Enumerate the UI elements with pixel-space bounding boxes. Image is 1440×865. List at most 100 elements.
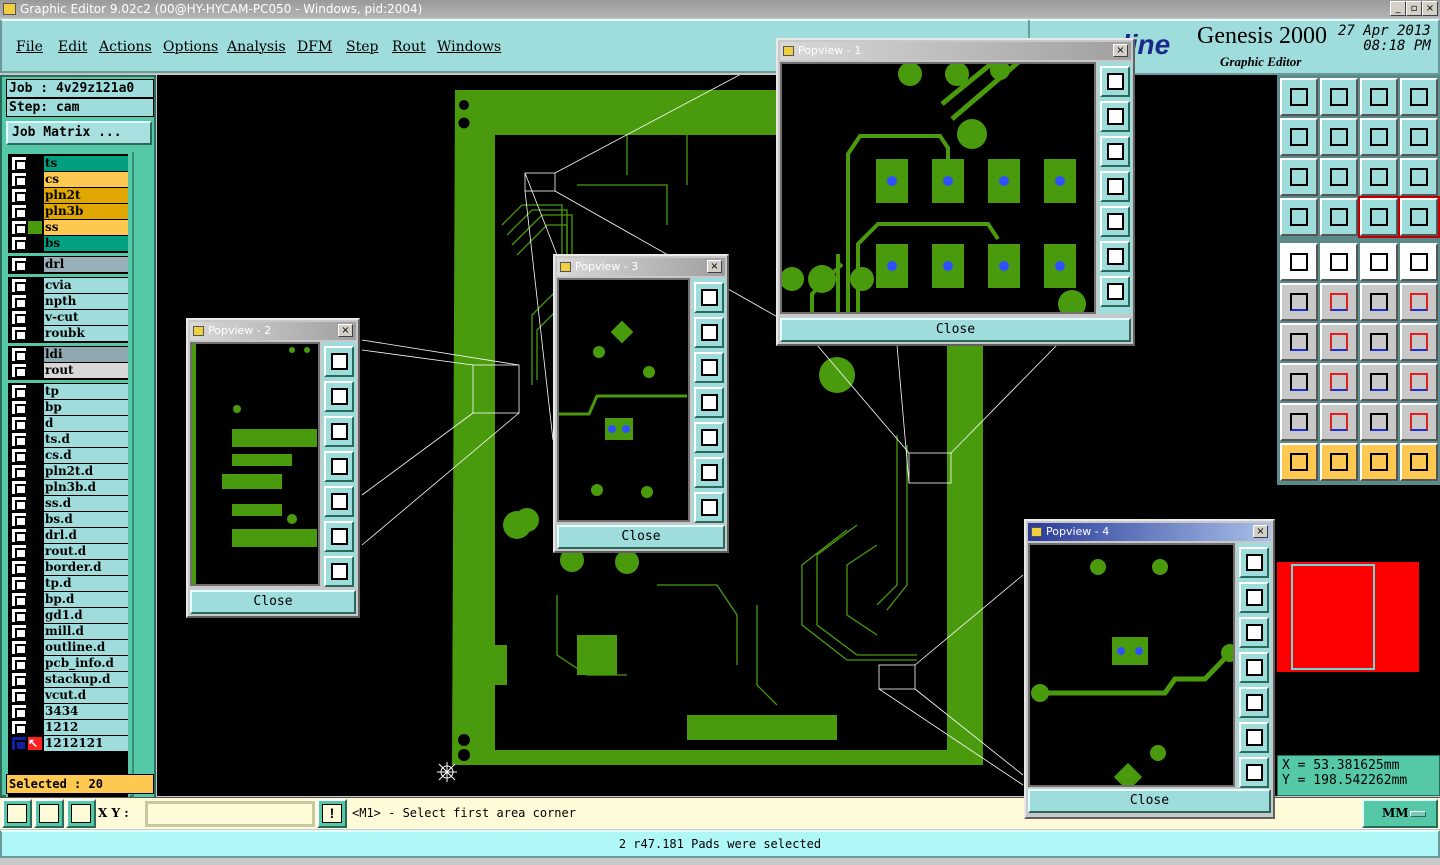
- layer-display-swatch[interactable]: [28, 721, 42, 734]
- layer-row-bs.d[interactable]: bs.d: [10, 512, 128, 527]
- layer-checkbox[interactable]: [12, 311, 27, 325]
- select-poly-button[interactable]: [1360, 443, 1398, 481]
- snap-angle-button[interactable]: [34, 799, 64, 828]
- layer-display-swatch[interactable]: [28, 311, 42, 324]
- net-display-2-button[interactable]: [1398, 196, 1440, 238]
- work-layer-arrow-icon[interactable]: ↖: [28, 737, 42, 750]
- layer-checkbox[interactable]: [12, 205, 27, 219]
- zoom-in-button[interactable]: [694, 457, 724, 488]
- net-display-button[interactable]: [1358, 196, 1400, 238]
- close-window-button[interactable]: ×: [1422, 1, 1438, 16]
- zoom-home-button[interactable]: [324, 346, 354, 377]
- layer-row-1212121[interactable]: ↖ 1212121: [10, 736, 128, 751]
- layer-row-ss.d[interactable]: ss.d: [10, 496, 128, 511]
- grid-button[interactable]: [1320, 198, 1358, 236]
- popview-1-titlebar[interactable]: Popview - 1 ×: [780, 42, 1131, 60]
- layer-display-swatch[interactable]: [28, 173, 42, 186]
- layer-row-stackup.d[interactable]: stackup.d: [10, 672, 128, 687]
- layer-checkbox[interactable]: [12, 641, 27, 655]
- popview-2-close-button[interactable]: Close: [190, 590, 356, 614]
- layer-checkbox[interactable]: [12, 221, 27, 235]
- job-matrix-button[interactable]: Job Matrix ...: [6, 121, 152, 145]
- popview-3-close-x[interactable]: ×: [707, 260, 722, 273]
- zoom-in-button[interactable]: [1239, 722, 1269, 753]
- units-selector[interactable]: MM: [1362, 799, 1438, 828]
- layer-display-swatch[interactable]: [28, 348, 42, 361]
- layer-checkbox[interactable]: [12, 737, 27, 751]
- resize-button[interactable]: [1280, 363, 1318, 401]
- layer-row-roubk[interactable]: roubk: [10, 326, 128, 341]
- layer-checkbox[interactable]: [12, 529, 27, 543]
- zoom-up-button[interactable]: [324, 381, 354, 412]
- layer-checkbox[interactable]: [12, 465, 27, 479]
- layer-display-swatch[interactable]: [28, 657, 42, 670]
- layer-row-rout.d[interactable]: rout.d: [10, 544, 128, 559]
- layer-display-swatch[interactable]: [28, 705, 42, 718]
- layer-row-npth[interactable]: npth: [10, 294, 128, 309]
- layer-checkbox[interactable]: [12, 497, 27, 511]
- layer-list-scrollbar[interactable]: [132, 152, 154, 828]
- xy-input[interactable]: [145, 801, 315, 827]
- undo-view-button[interactable]: [1360, 118, 1398, 156]
- zoom-up-button[interactable]: [1100, 101, 1130, 132]
- menu-step[interactable]: Step: [346, 39, 378, 55]
- layer-display-swatch[interactable]: [28, 189, 42, 202]
- query-button[interactable]: [1400, 158, 1438, 196]
- layer-display-swatch[interactable]: [28, 609, 42, 622]
- layer-row-outline.d[interactable]: outline.d: [10, 640, 128, 655]
- layer-row-cvia[interactable]: cvia: [10, 278, 128, 293]
- spacing-button[interactable]: [1360, 363, 1398, 401]
- zoom-in-button[interactable]: [324, 521, 354, 552]
- zoom-in-button[interactable]: [1100, 241, 1130, 272]
- pan-right-button[interactable]: [1100, 206, 1130, 237]
- layer-display-swatch[interactable]: [28, 279, 42, 292]
- zoom-in-button[interactable]: [1280, 158, 1318, 196]
- layer-display-swatch[interactable]: [28, 364, 42, 377]
- layer-checkbox[interactable]: [12, 721, 27, 735]
- layer-row-v-cut[interactable]: v-cut: [10, 310, 128, 325]
- layer-checkbox[interactable]: [12, 348, 27, 362]
- layer-row-cs[interactable]: cs: [10, 172, 128, 187]
- home-button[interactable]: [1360, 78, 1398, 116]
- layer-display-swatch[interactable]: [28, 625, 42, 638]
- popview-4-canvas[interactable]: [1028, 543, 1235, 787]
- menu-options[interactable]: Options: [163, 39, 218, 55]
- select-box-button[interactable]: [1320, 443, 1358, 481]
- zoom-down-button[interactable]: [324, 416, 354, 447]
- layer-row-border.d[interactable]: border.d: [10, 560, 128, 575]
- menu-actions[interactable]: Actions: [99, 39, 152, 55]
- pan-left-button[interactable]: [1280, 118, 1318, 156]
- layer-display-swatch[interactable]: [28, 417, 42, 430]
- layer-row-pln2t.d[interactable]: pln2t.d: [10, 464, 128, 479]
- layer-row-bs[interactable]: bs: [10, 236, 128, 251]
- layer-checkbox[interactable]: [12, 401, 27, 415]
- arc-cut-button[interactable]: [1400, 403, 1438, 441]
- menu-rout[interactable]: Rout: [392, 39, 426, 55]
- grid-xy-button[interactable]: [1400, 78, 1438, 116]
- layer-row-pln2t[interactable]: pln2t: [10, 188, 128, 203]
- layer-display-swatch[interactable]: [28, 295, 42, 308]
- zoom-out-button[interactable]: [1239, 757, 1269, 788]
- zoom-up-button[interactable]: [1239, 582, 1269, 613]
- pan-right-button[interactable]: [324, 486, 354, 517]
- select-window-button[interactable]: [1320, 243, 1358, 281]
- layer-checkbox[interactable]: [12, 364, 27, 378]
- layer-display-swatch[interactable]: [28, 577, 42, 590]
- pan-left-button[interactable]: [324, 451, 354, 482]
- scale-1-2-button[interactable]: [1360, 158, 1398, 196]
- zoom-up-button[interactable]: [1280, 78, 1318, 116]
- zoom-down-button[interactable]: [1239, 617, 1269, 648]
- layer-display-swatch[interactable]: [28, 673, 42, 686]
- popview-4-close-x[interactable]: ×: [1253, 525, 1268, 538]
- layer-row-rout[interactable]: rout: [10, 363, 128, 378]
- layer-display-swatch[interactable]: [28, 327, 42, 340]
- layer-display-swatch[interactable]: [28, 481, 42, 494]
- layer-row-pln3b[interactable]: pln3b: [10, 204, 128, 219]
- layer-display-swatch[interactable]: [28, 545, 42, 558]
- rotate-button[interactable]: [1360, 323, 1398, 361]
- pan-left-button[interactable]: [1100, 171, 1130, 202]
- layer-display-swatch[interactable]: [28, 258, 42, 271]
- popview-1-canvas[interactable]: [780, 62, 1096, 314]
- layer-checkbox[interactable]: [12, 513, 27, 527]
- zoom-home-button[interactable]: [694, 282, 724, 313]
